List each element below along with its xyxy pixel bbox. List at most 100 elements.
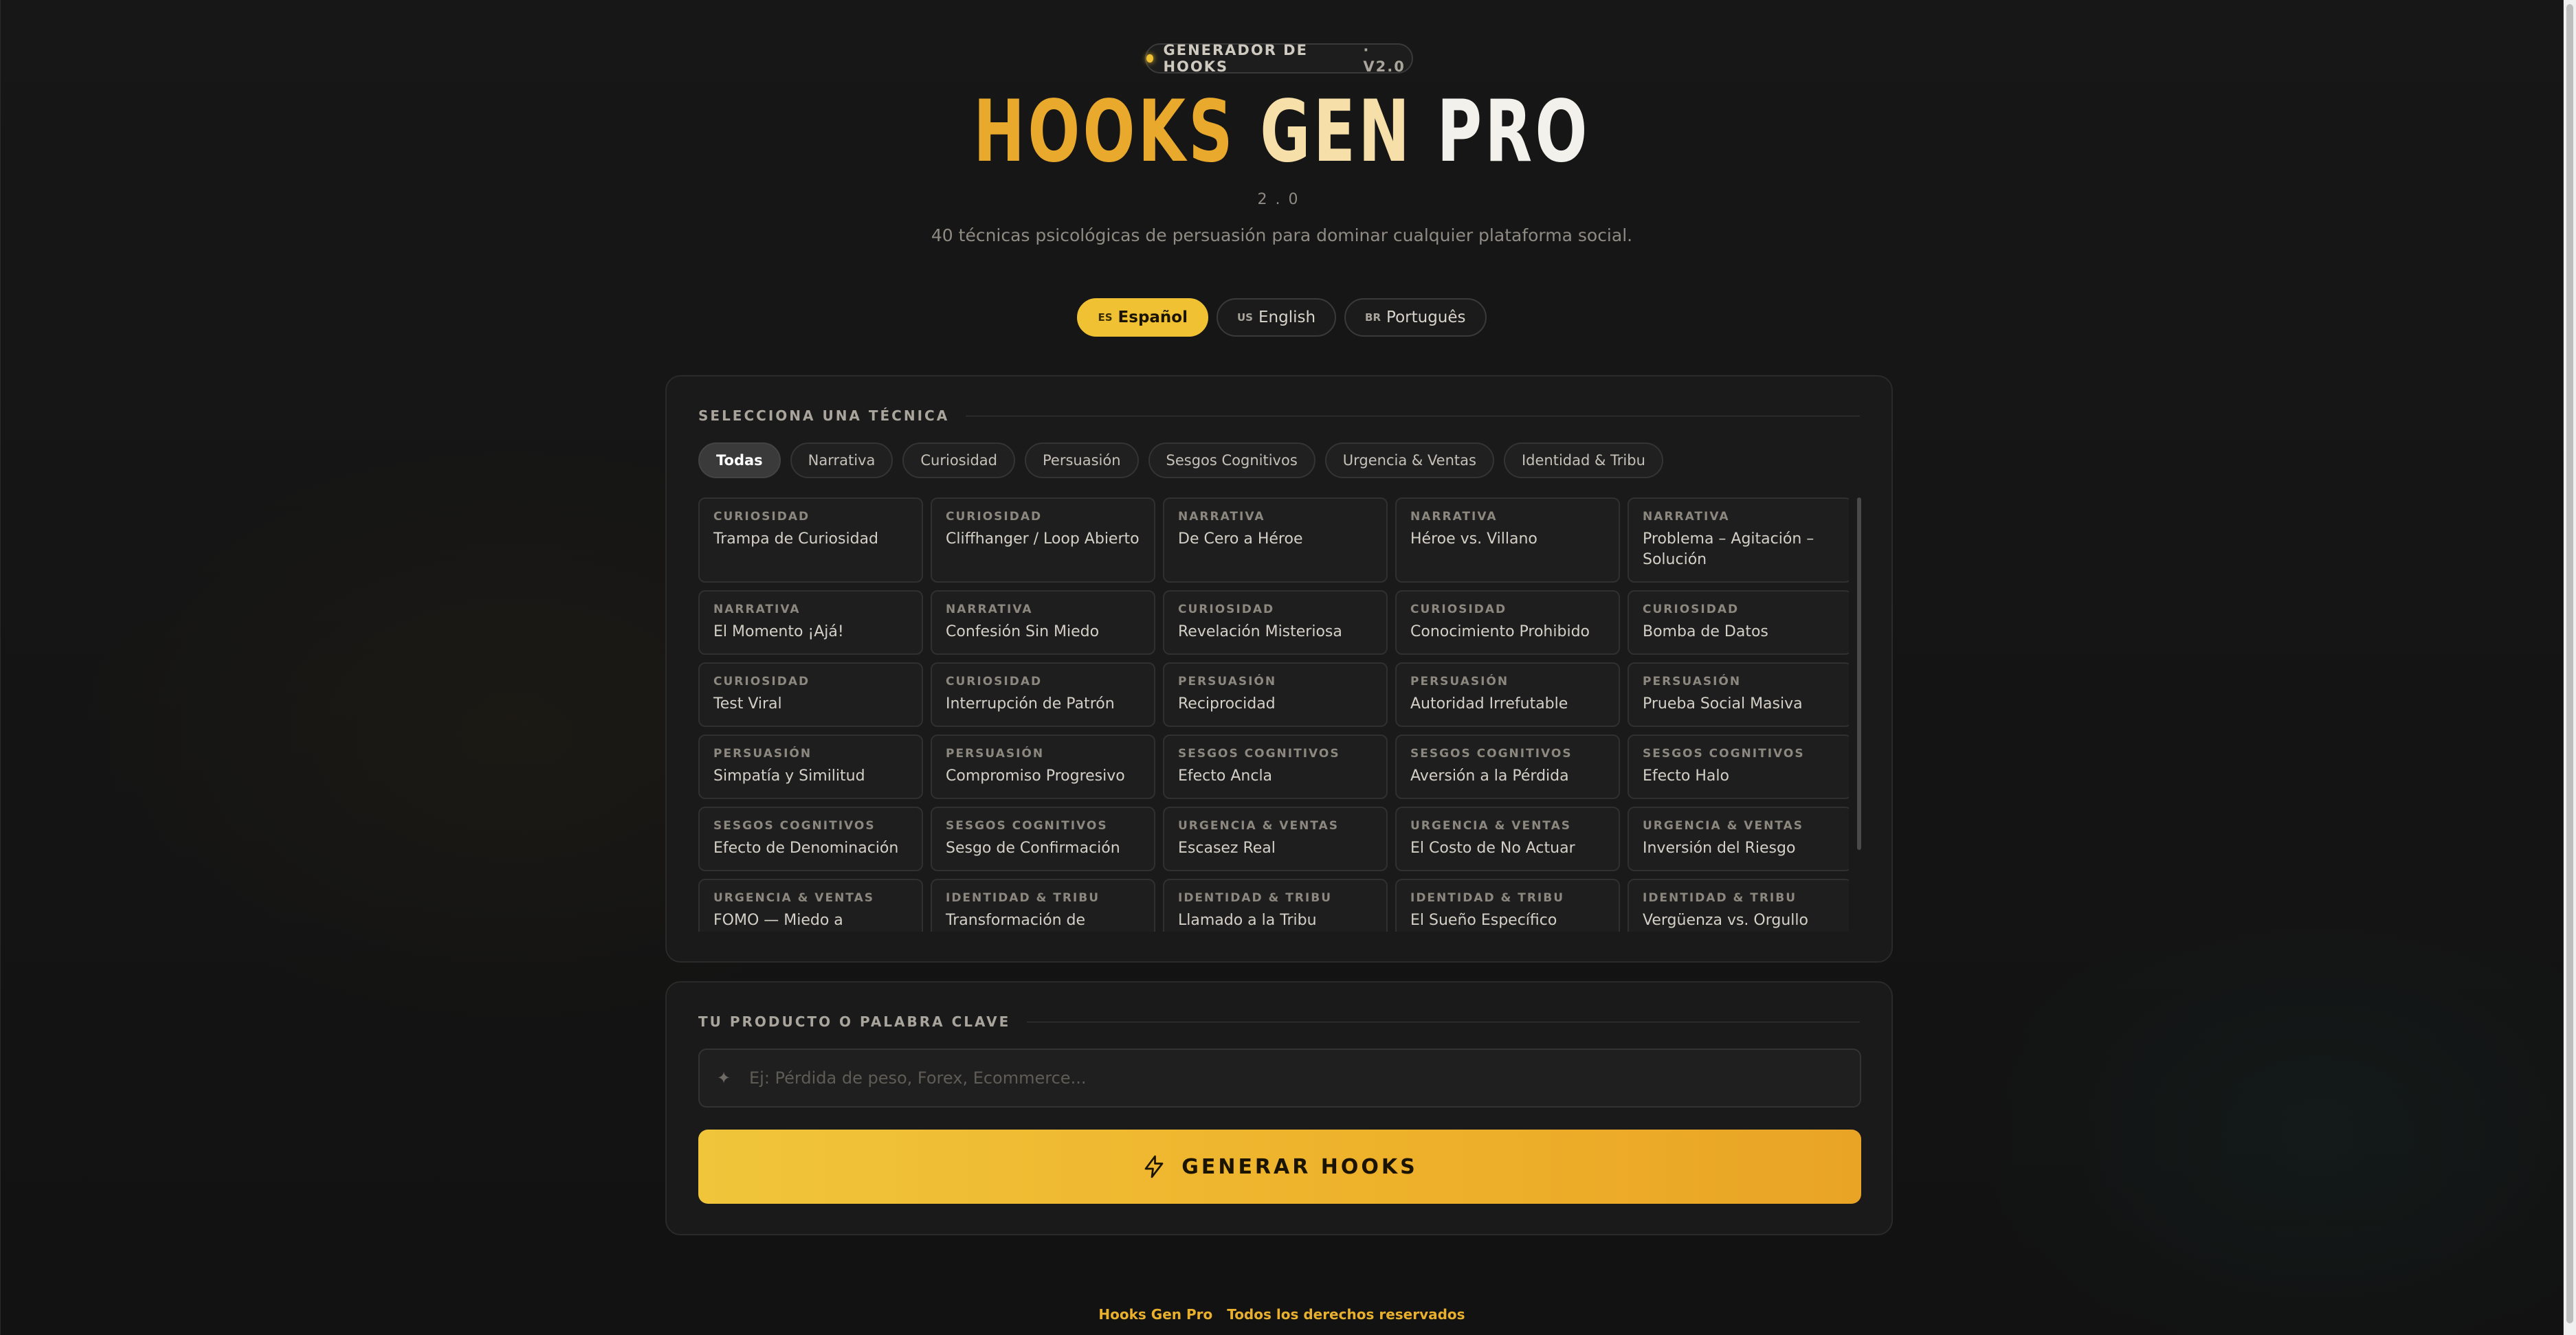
technique-category: URGENCIA & VENTAS: [713, 891, 874, 905]
technique-card[interactable]: NARRATIVA De Cero a Héroe: [1163, 497, 1388, 583]
page-scrollbar[interactable]: [2564, 0, 2576, 1335]
technique-name: Revelación Misteriosa: [1178, 623, 1342, 640]
page-title: HOOKS GEN PRO: [359, 82, 2205, 181]
technique-category: CURIOSIDAD: [713, 510, 810, 524]
footer-rights: Todos los derechos reservados: [1227, 1306, 1465, 1323]
technique-card[interactable]: PERSUASIÓN Compromiso Progresivo: [931, 734, 1155, 799]
technique-category: NARRATIVA: [1410, 510, 1498, 524]
technique-grid-viewport[interactable]: CURIOSIDAD Trampa de Curiosidad CURIOSIDAD…: [698, 497, 1849, 932]
technique-name: Reciprocidad: [1178, 695, 1276, 713]
filter-persuasion[interactable]: Persuasión: [1024, 442, 1139, 478]
lang-button-en[interactable]: US English: [1217, 298, 1337, 337]
technique-name: Héroe vs. Villano: [1410, 530, 1537, 548]
technique-card[interactable]: IDENTIDAD & TRIBU Llamado a la Tribu: [1163, 879, 1388, 932]
grid-scrollbar[interactable]: [1857, 497, 1861, 850]
technique-card[interactable]: NARRATIVA Problema – Agitación – Solución: [1628, 497, 1849, 583]
flag-us-icon: US: [1237, 311, 1253, 324]
lightning-icon: [1142, 1153, 1166, 1180]
footer-brand: Hooks Gen Pro: [1098, 1306, 1213, 1323]
technique-name: Interrupción de Patrón: [946, 695, 1115, 713]
status-dot-icon: [1146, 54, 1154, 63]
section-title-text: TU PRODUCTO O PALABRA CLAVE: [698, 1013, 1011, 1030]
generate-button-label: GENERAR HOOKS: [1181, 1154, 1418, 1179]
technique-name: Bomba de Datos: [1643, 623, 1768, 640]
technique-category: NARRATIVA: [1643, 510, 1730, 524]
section-title-text: SELECCIONA UNA TÉCNICA: [698, 407, 950, 424]
technique-card[interactable]: SESGOS COGNITIVOS Efecto Ancla: [1163, 734, 1388, 799]
technique-card[interactable]: PERSUASIÓN Simpatía y Similitud: [698, 734, 923, 799]
lang-label: Español: [1118, 308, 1188, 326]
tagline: 40 técnicas psicológicas de persuasión p…: [931, 225, 1633, 245]
technique-card[interactable]: URGENCIA & VENTAS El Costo de No Actuar: [1395, 807, 1620, 871]
technique-name: Confesión Sin Miedo: [946, 623, 1100, 640]
technique-card[interactable]: IDENTIDAD & TRIBU Transformación de Ident…: [931, 879, 1155, 932]
technique-name: FOMO — Miedo a Quedarse: [713, 912, 843, 929]
technique-card[interactable]: URGENCIA & VENTAS FOMO — Miedo a Quedarse: [698, 879, 923, 932]
technique-card[interactable]: PERSUASIÓN Reciprocidad: [1163, 662, 1388, 727]
filter-todas[interactable]: Todas: [698, 442, 781, 478]
sparkle-icon: ✦: [716, 1068, 731, 1088]
technique-name: Efecto de Denominación: [713, 840, 899, 857]
page-scrollbar-thumb[interactable]: [2566, 4, 2573, 1323]
flag-br-icon: BR: [1365, 311, 1381, 324]
technique-name: Efecto Halo: [1643, 767, 1729, 785]
technique-name: Transformación de Identidad: [946, 912, 1086, 929]
technique-card[interactable]: CURIOSIDAD Interrupción de Patrón: [931, 662, 1155, 727]
title-part-hooks: HOOKS: [973, 82, 1236, 181]
technique-category: PERSUASIÓN: [946, 747, 1045, 761]
technique-name: Llamado a la Tribu: [1178, 912, 1317, 929]
title-part-pro: PRO: [1436, 82, 1590, 181]
technique-card[interactable]: PERSUASIÓN Prueba Social Masiva: [1628, 662, 1849, 727]
filter-sesgos-cognitivos[interactable]: Sesgos Cognitivos: [1148, 442, 1315, 478]
subtitle-version: 2.0: [1257, 191, 1307, 208]
technique-category: NARRATIVA: [1178, 510, 1265, 524]
technique-card[interactable]: CURIOSIDAD Bomba de Datos: [1628, 590, 1849, 655]
technique-category: CURIOSIDAD: [1643, 603, 1740, 616]
technique-card[interactable]: CURIOSIDAD Conocimiento Prohibido: [1395, 590, 1620, 655]
technique-category: CURIOSIDAD: [1178, 603, 1275, 616]
technique-card[interactable]: NARRATIVA Héroe vs. Villano: [1395, 497, 1620, 583]
technique-category: IDENTIDAD & TRIBU: [1643, 891, 1797, 905]
filter-curiosidad[interactable]: Curiosidad: [902, 442, 1015, 478]
technique-category: CURIOSIDAD: [946, 510, 1043, 524]
technique-category: SESGOS COGNITIVOS: [713, 819, 876, 833]
category-filters: Todas Narrativa Curiosidad Persuasión Se…: [698, 442, 1663, 478]
technique-grid: CURIOSIDAD Trampa de Curiosidad CURIOSIDAD…: [698, 497, 1849, 932]
product-panel: TU PRODUCTO O PALABRA CLAVE ✦ GENERAR HO…: [665, 981, 1893, 1235]
product-keyword-input[interactable]: [748, 1068, 1860, 1088]
technique-card[interactable]: IDENTIDAD & TRIBU Vergüenza vs. Orgullo: [1628, 879, 1849, 932]
technique-name: Compromiso Progresivo: [946, 767, 1125, 785]
filter-narrativa[interactable]: Narrativa: [790, 442, 893, 478]
technique-category: PERSUASIÓN: [713, 747, 812, 761]
filter-urgencia-ventas[interactable]: Urgencia & Ventas: [1324, 442, 1494, 478]
technique-card[interactable]: IDENTIDAD & TRIBU El Sueño Específico: [1395, 879, 1620, 932]
technique-card[interactable]: CURIOSIDAD Test Viral: [698, 662, 923, 727]
technique-category: PERSUASIÓN: [1643, 675, 1742, 688]
technique-card[interactable]: SESGOS COGNITIVOS Aversión a la Pérdida: [1395, 734, 1620, 799]
technique-card[interactable]: SESGOS COGNITIVOS Efecto de Denominación: [698, 807, 923, 871]
lang-button-pt[interactable]: BR Português: [1344, 298, 1487, 337]
title-part-gen: GEN: [1260, 82, 1413, 181]
technique-card[interactable]: CURIOSIDAD Trampa de Curiosidad: [698, 497, 923, 583]
filter-identidad-tribu[interactable]: Identidad & Tribu: [1503, 442, 1663, 478]
technique-category: URGENCIA & VENTAS: [1178, 819, 1339, 833]
technique-name: El Sueño Específico: [1410, 912, 1557, 929]
technique-card[interactable]: NARRATIVA Confesión Sin Miedo: [931, 590, 1155, 655]
technique-card[interactable]: PERSUASIÓN Autoridad Irrefutable: [1395, 662, 1620, 727]
badge-label: GENERADOR DE HOOKS: [1163, 42, 1308, 75]
technique-card[interactable]: CURIOSIDAD Cliffhanger / Loop Abierto: [931, 497, 1155, 583]
product-input-wrapper: ✦: [698, 1048, 1861, 1108]
technique-name: Escasez Real: [1178, 840, 1276, 857]
technique-card[interactable]: SESGOS COGNITIVOS Efecto Halo: [1628, 734, 1849, 799]
lang-button-es[interactable]: ES Español: [1077, 298, 1208, 337]
technique-card[interactable]: URGENCIA & VENTAS Escasez Real: [1163, 807, 1388, 871]
lang-label: English: [1258, 308, 1316, 326]
section-title-technique: SELECCIONA UNA TÉCNICA: [698, 405, 1860, 426]
technique-card[interactable]: SESGOS COGNITIVOS Sesgo de Confirmación: [931, 807, 1155, 871]
generate-hooks-button[interactable]: GENERAR HOOKS: [698, 1130, 1861, 1204]
technique-card[interactable]: URGENCIA & VENTAS Inversión del Riesgo: [1628, 807, 1849, 871]
technique-card[interactable]: CURIOSIDAD Revelación Misteriosa: [1163, 590, 1388, 655]
technique-card[interactable]: NARRATIVA El Momento ¡Ajá!: [698, 590, 923, 655]
technique-name: Inversión del Riesgo: [1643, 840, 1796, 857]
badge-version: · V2.0: [1363, 42, 1406, 75]
